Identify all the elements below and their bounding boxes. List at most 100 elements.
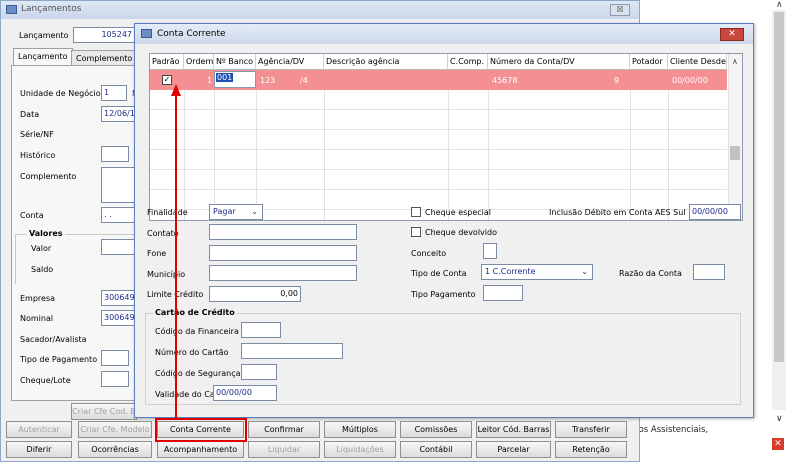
inclusao-debito-field[interactable]: 00/00/00 — [689, 204, 741, 220]
tipo-pagamento-dialog-field[interactable] — [483, 285, 523, 301]
finalidade-select[interactable]: Pagar ⌄ — [209, 204, 263, 220]
confirmar-button[interactable]: Confirmar — [248, 421, 320, 438]
tab-lancamento[interactable]: Lançamento — [13, 48, 73, 66]
parcelar-button[interactable]: Parcelar — [476, 441, 551, 458]
valor-field[interactable] — [101, 239, 137, 255]
seguranca-field[interactable] — [241, 364, 277, 380]
leitor-cod-barras-button[interactable]: Leitor Cód. Barras — [476, 421, 551, 438]
diferir-button[interactable]: Diferir — [6, 441, 72, 458]
historico-label: Histórico — [20, 151, 56, 160]
dialog-titlebar — [135, 24, 753, 44]
dialog-close-button[interactable]: ✕ — [720, 28, 744, 41]
historico-field[interactable] — [101, 146, 129, 162]
grid-scrollbar[interactable] — [728, 54, 742, 220]
validade-field[interactable]: 00/00/00 — [213, 385, 277, 401]
col-padrao[interactable]: Padrão — [150, 54, 184, 70]
lancamento-field[interactable]: 105247 — [73, 27, 135, 43]
table-row[interactable] — [150, 150, 727, 170]
valor-label: Valor — [31, 244, 52, 253]
financeira-field[interactable] — [241, 322, 281, 338]
limite-credito-field[interactable]: 0,00 — [209, 286, 301, 302]
data-label: Data — [20, 110, 40, 119]
conta-corrente-grid: Padrão Ordem Nº Banco Agência/DV Descriç… — [149, 53, 743, 221]
cheque-devolvido-label: Cheque devolvido — [425, 228, 497, 237]
col-agencia[interactable]: Agência/DV — [256, 54, 324, 70]
complemento-field[interactable] — [101, 167, 137, 203]
col-numero-conta[interactable]: Número da Conta/DV — [488, 54, 630, 70]
saldo-label: Saldo — [31, 265, 54, 274]
retencao-button[interactable]: Retenção — [555, 441, 627, 458]
contabil-button[interactable]: Contábil — [400, 441, 472, 458]
grid-scrollbar-thumb[interactable] — [730, 146, 740, 160]
col-descricao-agencia[interactable]: Descrição agência — [324, 54, 448, 70]
chevron-down-icon: ⌄ — [251, 207, 258, 216]
chevron-up-icon[interactable]: ∧ — [776, 0, 783, 10]
tipo-conta-label: Tipo de Conta — [411, 269, 467, 278]
inclusao-debito-label: Inclusão Débito em Conta AES Sul — [549, 208, 686, 217]
table-row[interactable] — [150, 170, 727, 190]
chevron-down-icon[interactable]: ∨ — [776, 414, 783, 424]
window-titlebar — [1, 1, 639, 19]
table-row[interactable] — [150, 90, 727, 110]
cell-banco-editor[interactable]: 001 — [214, 71, 256, 88]
scroll-up-icon[interactable]: ∧ — [732, 57, 738, 66]
contato-field[interactable] — [209, 224, 357, 240]
cheque-lote-field[interactable] — [101, 371, 129, 387]
window-title: Lançamentos — [21, 4, 82, 14]
conceito-field[interactable] — [483, 243, 497, 259]
annotation-highlight-box — [155, 418, 247, 442]
cheque-especial-label: Cheque especial — [425, 208, 492, 217]
liquidacoes-button[interactable]: Liquidações — [324, 441, 396, 458]
col-ccomp[interactable]: C.Comp. — [448, 54, 488, 70]
sacador-label: Sacador/Avalista — [20, 335, 87, 344]
tipo-conta-select[interactable]: 1 C.Corrente ⌄ — [481, 264, 593, 280]
criar-cfe-cod-button[interactable]: Criar Cfe Cod. B — [71, 403, 137, 420]
unidade-field[interactable]: 1 — [101, 85, 127, 101]
cheque-especial-checkbox[interactable] — [411, 207, 421, 217]
autenticar-button[interactable]: Autenticar — [6, 421, 72, 438]
nominal-field[interactable]: 300649 — [101, 310, 137, 326]
col-potador[interactable]: Potador — [630, 54, 668, 70]
tipo-pagamento-field[interactable] — [101, 350, 129, 366]
close-icon[interactable]: ✕ — [772, 438, 784, 450]
conta-field[interactable]: . . — [101, 207, 137, 223]
lancamento-label: Lançamento — [19, 31, 69, 40]
table-row[interactable] — [150, 110, 727, 130]
dialog-title: Conta Corrente — [157, 29, 226, 39]
ocorrencias-button[interactable]: Ocorrências — [78, 441, 152, 458]
tab-complemento[interactable]: Complemento — [71, 50, 138, 66]
fone-field[interactable] — [209, 245, 357, 261]
table-row[interactable] — [150, 130, 727, 150]
tipo-conta-value: 1 C.Corrente — [485, 267, 536, 276]
comissoes-button[interactable]: Comissões — [400, 421, 472, 438]
cell-conta-dv: 9 — [614, 76, 620, 85]
annotation-arrow — [171, 84, 181, 418]
transferir-button[interactable]: Transferir — [555, 421, 627, 438]
razao-conta-field[interactable] — [693, 264, 725, 280]
cell-ordem: 1 — [207, 76, 213, 85]
serie-label: Série/NF — [20, 130, 54, 139]
cell-agencia-dv: /4 — [300, 76, 308, 85]
cheque-devolvido-checkbox[interactable] — [411, 227, 421, 237]
multiplos-button[interactable]: Múltiplos — [324, 421, 396, 438]
acompanhamento-button[interactable]: Acompanhamento — [157, 441, 244, 458]
municipio-field[interactable] — [209, 265, 357, 281]
window-close-button[interactable]: ☒ — [610, 4, 630, 16]
background-scrollbar-thumb[interactable] — [774, 12, 784, 362]
conceito-label: Conceito — [411, 249, 447, 258]
conta-label: Conta — [20, 211, 44, 220]
unidade-label: Unidade de Negócio — [20, 89, 101, 98]
empresa-field[interactable]: 300649 — [101, 290, 137, 306]
criar-cfe-modelo-button[interactable]: Criar Cfe. Modelo — [78, 421, 152, 438]
col-cliente-desde[interactable]: Cliente Desde — [668, 54, 727, 70]
col-banco[interactable]: Nº Banco — [214, 54, 256, 70]
numero-cartao-field[interactable] — [241, 343, 343, 359]
conta-corrente-dialog: Conta Corrente ✕ Padrão Ordem Nº Banco A… — [134, 23, 754, 418]
tipo-pagamento-label: Tipo de Pagamento — [20, 355, 98, 364]
data-field[interactable]: 12/06/18 — [101, 106, 137, 122]
complemento-label: Complemento — [20, 172, 77, 181]
col-ordem[interactable]: Ordem — [184, 54, 214, 70]
cheque-lote-label: Cheque/Lote — [20, 376, 71, 385]
liquidar-button[interactable]: Liquidar — [248, 441, 320, 458]
cell-cliente-desde: 00/00/00 — [672, 76, 708, 85]
